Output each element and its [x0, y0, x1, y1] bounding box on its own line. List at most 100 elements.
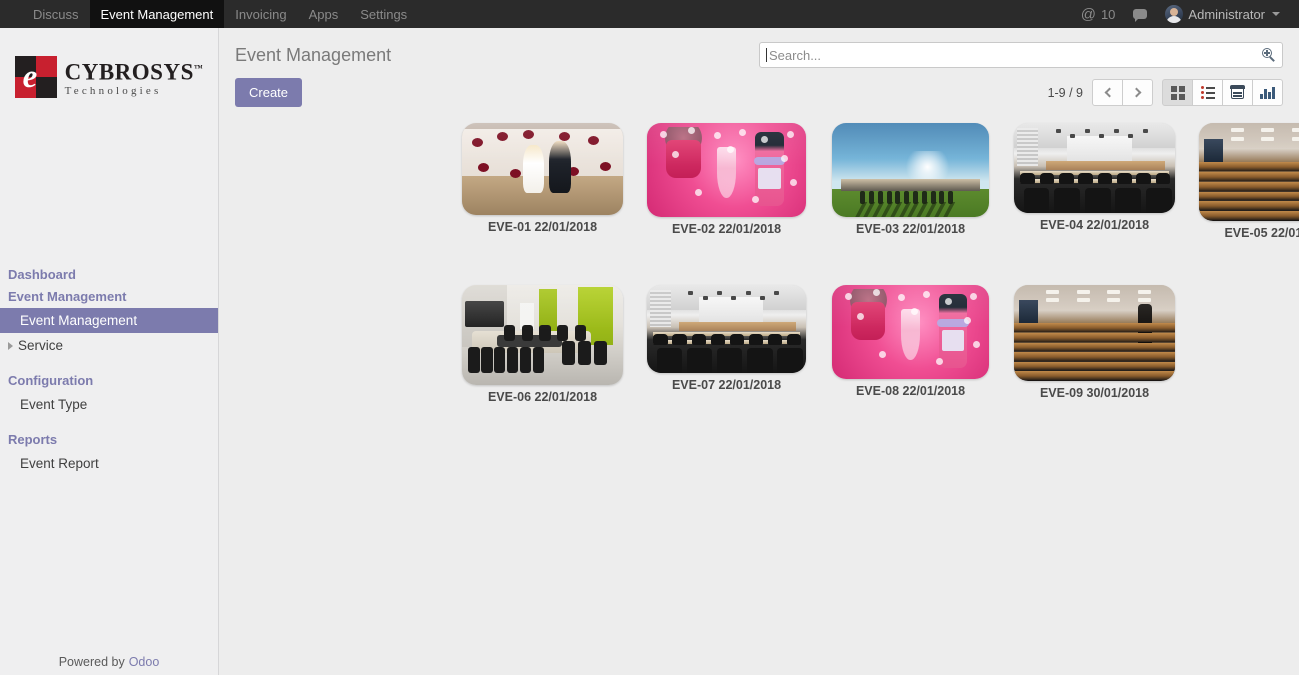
- search-input[interactable]: Search...: [759, 42, 1283, 68]
- sidebar-menu: Dashboard Event Management Event Managemen…: [0, 264, 218, 476]
- record-image-cake: [462, 123, 623, 215]
- kanban-card[interactable]: EVE-03 22/01/2018: [832, 123, 989, 236]
- record-label: EVE-03 22/01/2018: [855, 222, 966, 236]
- record-thumbnail[interactable]: [462, 285, 623, 385]
- record-thumbnail[interactable]: [832, 285, 989, 379]
- calendar-icon: [1230, 85, 1245, 99]
- app-menu-apps[interactable]: Apps: [298, 0, 350, 28]
- view-switch-list[interactable]: [1192, 79, 1223, 106]
- user-menu[interactable]: Administrator: [1156, 0, 1289, 28]
- record-label: EVE-01 22/01/2018: [487, 220, 598, 234]
- create-button[interactable]: Create: [235, 78, 303, 107]
- mentions-widget[interactable]: @ 10: [1072, 0, 1125, 28]
- sidebar-item-label: Service: [18, 338, 64, 353]
- record-label: EVE-09 30/01/2018: [1039, 386, 1150, 400]
- kanban-card[interactable]: EVE-07 22/01/2018: [647, 285, 806, 392]
- record-thumbnail[interactable]: [462, 123, 623, 215]
- record-image-pink: [647, 123, 806, 217]
- pager-next-button[interactable]: [1122, 79, 1153, 106]
- view-switch-kanban[interactable]: [1162, 79, 1193, 106]
- bar-chart-icon: [1260, 86, 1275, 99]
- sidebar-item-label: Event Report: [20, 456, 99, 471]
- logo-tagline: Technologies: [64, 85, 162, 98]
- kanban-card[interactable]: EVE-02 22/01/2018: [647, 123, 806, 236]
- record-image-pink: [832, 285, 989, 379]
- kanban-view: EVE-01 22/01/2018 EVE-02 22/01/2018 EVE-03…: [219, 107, 1299, 404]
- record-thumbnail[interactable]: [647, 123, 806, 217]
- record-label: EVE-08 22/01/2018: [855, 384, 966, 398]
- pager-buttons: [1092, 79, 1153, 106]
- search-placeholder: Search...: [769, 47, 822, 63]
- sidebar-item-label: Event Type: [20, 397, 88, 412]
- record-thumbnail[interactable]: [1014, 285, 1175, 381]
- navbar-system-tray: @ 10 Administrator: [1072, 0, 1299, 28]
- app-menu-settings[interactable]: Settings: [349, 0, 418, 28]
- page-title: Event Management: [235, 45, 392, 65]
- chevron-left-icon: [1104, 87, 1114, 98]
- chevron-right-icon: [1131, 87, 1141, 98]
- sidebar-item-event-management[interactable]: Event Management: [0, 308, 218, 333]
- record-thumbnail[interactable]: [1199, 123, 1299, 221]
- record-label: EVE-05 22/01/2018: [1224, 226, 1299, 240]
- record-thumbnail[interactable]: [647, 285, 806, 373]
- record-thumbnail[interactable]: [832, 123, 989, 217]
- kanban-card[interactable]: EVE-06 22/01/2018: [462, 285, 623, 404]
- control-panel-actions: Create 1-9 / 9: [219, 68, 1299, 107]
- sidebar-section-configuration[interactable]: Configuration: [0, 370, 218, 392]
- view-switcher: [1162, 79, 1283, 106]
- user-avatar: [1165, 5, 1184, 23]
- record-label: EVE-02 22/01/2018: [671, 222, 782, 236]
- sidebar-item-service[interactable]: Service: [0, 333, 218, 358]
- record-image-hall: [1014, 123, 1175, 213]
- app-menu-discuss[interactable]: Discuss: [22, 0, 90, 28]
- main-content: Event Management Search... Create 1-9 / …: [219, 28, 1299, 675]
- record-image-field: [832, 123, 989, 217]
- text-cursor: [766, 48, 767, 62]
- at-icon: @: [1080, 5, 1096, 23]
- app-menu-invoicing[interactable]: Invoicing: [224, 0, 297, 28]
- sidebar-section-event-management[interactable]: Event Management: [0, 286, 218, 308]
- view-switch-graph[interactable]: [1252, 79, 1283, 106]
- menu-spacer: [0, 417, 218, 429]
- powered-by-text: Powered by: [58, 655, 125, 669]
- top-navbar: Discuss Event Management Invoicing Apps Sett…: [0, 0, 1299, 28]
- chevron-down-icon: [1272, 12, 1280, 16]
- odoo-brand-link[interactable]: Odoo: [129, 655, 160, 669]
- powered-by-footer: Powered by Odoo: [0, 649, 218, 675]
- record-image-lect: [1199, 123, 1299, 221]
- kanban-card[interactable]: EVE-05 22/01/2018: [1199, 123, 1299, 240]
- cybrosys-logo-icon: e: [14, 56, 57, 98]
- kanban-card[interactable]: EVE-01 22/01/2018: [462, 123, 623, 234]
- record-thumbnail[interactable]: [1014, 123, 1175, 213]
- sidebar-section-reports[interactable]: Reports: [0, 429, 218, 451]
- mention-count: 10: [1100, 6, 1116, 22]
- record-image-lect: [1014, 285, 1175, 381]
- chat-bubble-icon: [1133, 9, 1148, 22]
- pager-and-views: 1-9 / 9: [1048, 79, 1283, 106]
- record-label: EVE-07 22/01/2018: [671, 378, 782, 392]
- app-shell: e CYBROSYS™ Technologies Dashboard Event …: [0, 28, 1299, 675]
- messages-widget[interactable]: [1124, 0, 1156, 28]
- record-image-hall: [647, 285, 806, 373]
- record-label: EVE-06 22/01/2018: [487, 390, 598, 404]
- brand-logo: e CYBROSYS™ Technologies: [0, 28, 218, 98]
- sidebar-item-label: Event Management: [20, 313, 138, 328]
- sidebar-item-event-type[interactable]: Event Type: [0, 392, 218, 417]
- sidebar-item-event-report[interactable]: Event Report: [0, 451, 218, 476]
- control-panel-top: Event Management Search...: [219, 28, 1299, 68]
- kanban-card[interactable]: EVE-09 30/01/2018: [1014, 285, 1175, 400]
- app-menu-event-management[interactable]: Event Management: [89, 0, 225, 28]
- search-plus-icon[interactable]: [1262, 48, 1276, 62]
- view-switch-calendar[interactable]: [1222, 79, 1253, 106]
- record-label: EVE-04 22/01/2018: [1039, 218, 1150, 232]
- sidebar: e CYBROSYS™ Technologies Dashboard Event …: [0, 28, 219, 675]
- pager-range: 1-9 / 9: [1047, 85, 1083, 100]
- trademark-symbol: ™: [193, 62, 204, 73]
- pager-previous-button[interactable]: [1092, 79, 1123, 106]
- user-name-label: Administrator: [1188, 6, 1265, 22]
- kanban-icon: [1170, 85, 1185, 100]
- sidebar-section-dashboard[interactable]: Dashboard: [0, 264, 218, 286]
- kanban-card[interactable]: EVE-08 22/01/2018: [832, 285, 989, 398]
- logo-letter: e: [22, 59, 38, 95]
- kanban-card[interactable]: EVE-04 22/01/2018: [1014, 123, 1175, 232]
